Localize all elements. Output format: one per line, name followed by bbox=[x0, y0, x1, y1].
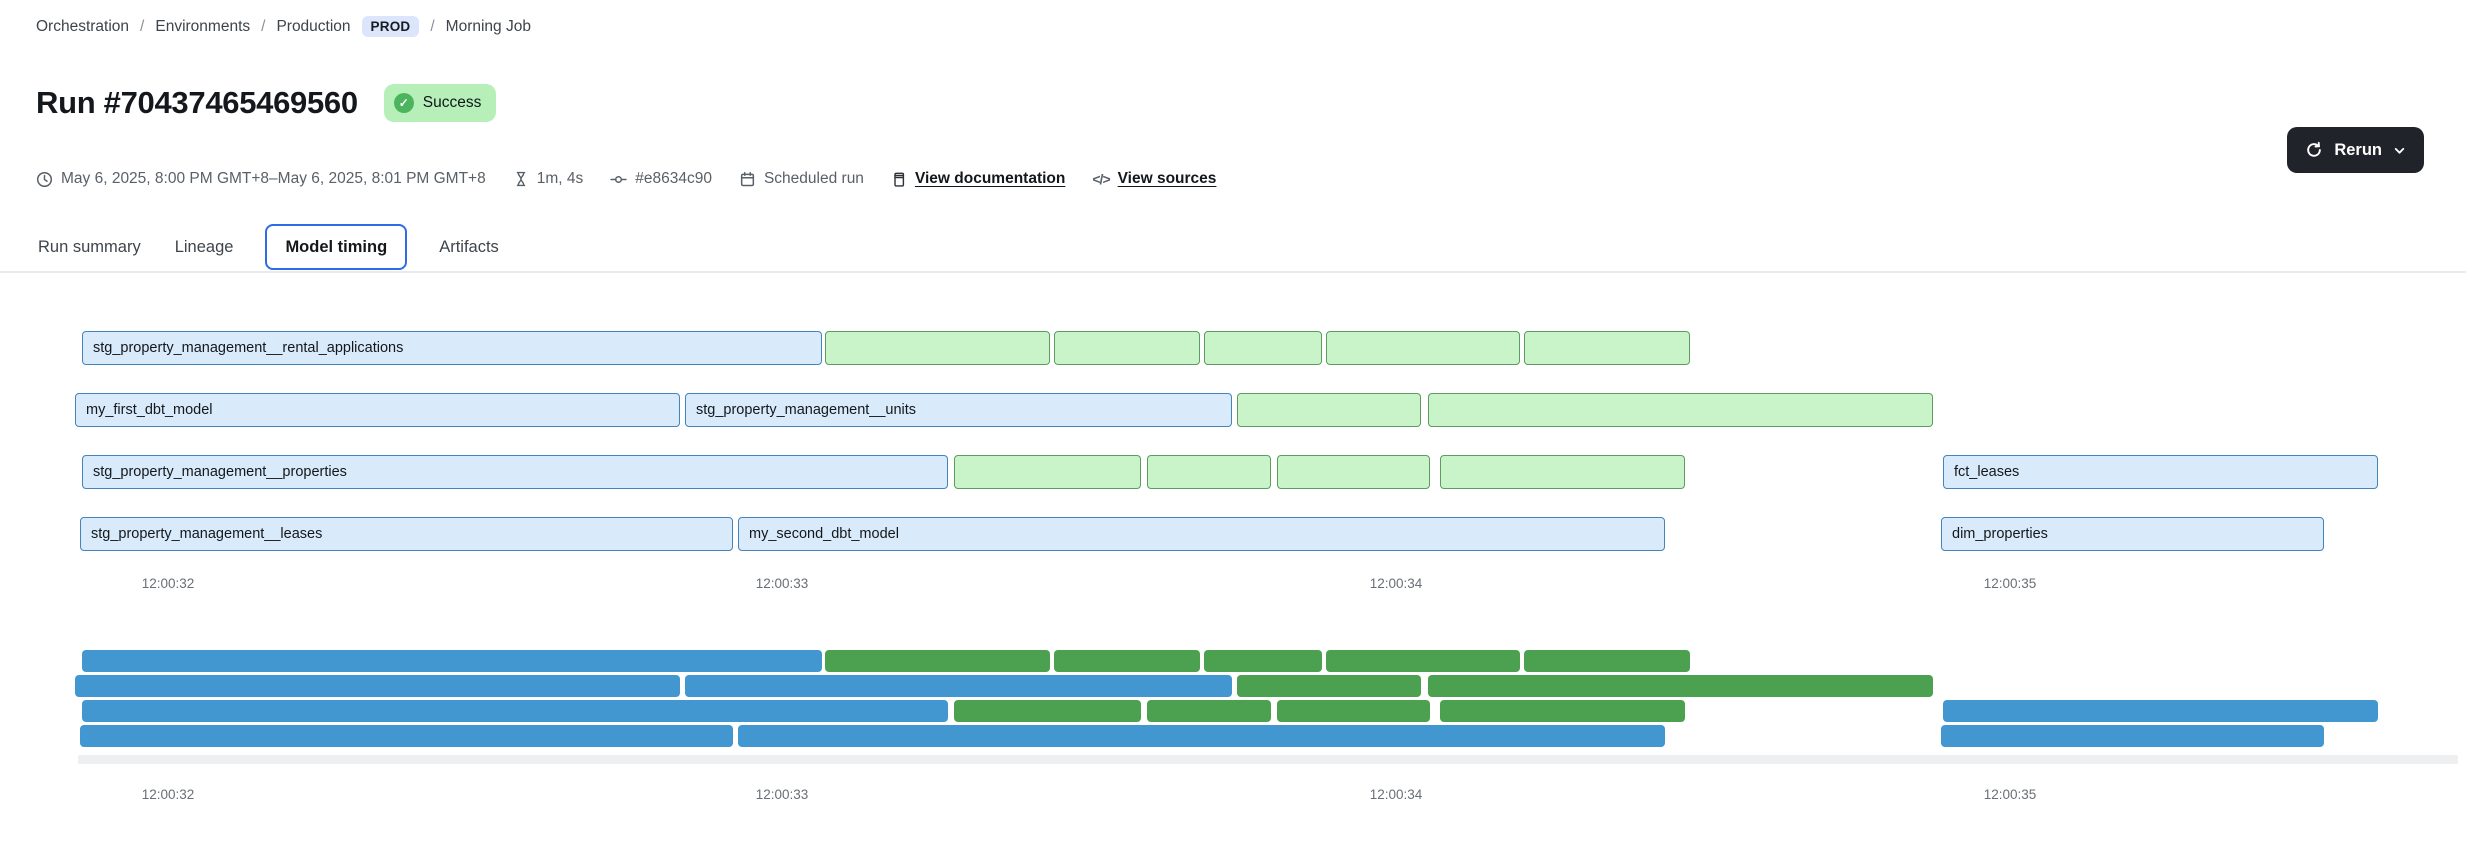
hourglass-icon bbox=[513, 171, 529, 187]
minimap-bar bbox=[1524, 650, 1690, 672]
run-meta-row: May 6, 2025, 8:00 PM GMT+8–May 6, 2025, … bbox=[36, 170, 1216, 188]
minimap-bar bbox=[738, 725, 1665, 747]
rerun-button[interactable]: Rerun bbox=[2287, 127, 2424, 173]
breadcrumb-morning-job[interactable]: Morning Job bbox=[446, 18, 531, 36]
gantt-test-bar[interactable] bbox=[825, 331, 1050, 365]
time-axis-tick-label: 12:00:34 bbox=[1370, 787, 1423, 802]
gantt-test-bar[interactable] bbox=[1237, 393, 1421, 427]
gantt-test-bar[interactable] bbox=[954, 455, 1141, 489]
gantt-test-bar[interactable] bbox=[1147, 455, 1271, 489]
commit-icon bbox=[610, 171, 627, 188]
gantt-bar-stg_property_management__rental_applications[interactable]: stg_property_management__rental_applicat… bbox=[82, 331, 822, 365]
gantt-bar-label: my_second_dbt_model bbox=[739, 526, 899, 542]
run-tabs: Run summary Lineage Model timing Artifac… bbox=[36, 224, 501, 270]
gantt-test-bar[interactable] bbox=[1428, 393, 1933, 427]
chevron-down-icon bbox=[2393, 144, 2406, 157]
refresh-icon bbox=[2305, 141, 2323, 159]
document-icon bbox=[891, 171, 907, 188]
breadcrumb-separator: / bbox=[140, 18, 144, 36]
gantt-test-bar[interactable] bbox=[1277, 455, 1430, 489]
gantt-bar-stg_property_management__properties[interactable]: stg_property_management__properties bbox=[82, 455, 948, 489]
gantt-bar-label: stg_property_management__leases bbox=[81, 526, 322, 542]
run-detail-page: Orchestration / Environments / Productio… bbox=[0, 0, 2466, 842]
minimap-bar bbox=[1326, 650, 1520, 672]
gantt-bar-fct_leases[interactable]: fct_leases bbox=[1943, 455, 2378, 489]
time-axis-tick-label: 12:00:35 bbox=[1984, 787, 2037, 802]
minimap-bar bbox=[1204, 650, 1322, 672]
prod-env-badge: PROD bbox=[362, 16, 420, 37]
minimap-bar bbox=[954, 700, 1141, 722]
time-axis-tick-label: 12:00:35 bbox=[1984, 576, 2037, 591]
minimap-bar bbox=[1277, 700, 1430, 722]
tabs-divider bbox=[0, 271, 2466, 273]
gantt-test-bar[interactable] bbox=[1524, 331, 1690, 365]
minimap-bar bbox=[1428, 675, 1933, 697]
minimap-bar bbox=[1440, 700, 1685, 722]
tab-model-timing[interactable]: Model timing bbox=[265, 224, 407, 270]
minimap-scroll-track[interactable] bbox=[78, 755, 2458, 764]
status-badge: ✓ Success bbox=[384, 84, 497, 122]
calendar-icon bbox=[739, 171, 756, 188]
gantt-bar-label: stg_property_management__rental_applicat… bbox=[83, 340, 403, 356]
code-icon: </> bbox=[1092, 171, 1109, 187]
tab-run-summary[interactable]: Run summary bbox=[36, 238, 143, 257]
gantt-bar-dim_properties[interactable]: dim_properties bbox=[1941, 517, 2324, 551]
breadcrumb-environments[interactable]: Environments bbox=[155, 18, 250, 36]
tab-lineage[interactable]: Lineage bbox=[173, 238, 236, 257]
minimap-bar bbox=[80, 725, 733, 747]
gantt-bar-stg_property_management__units[interactable]: stg_property_management__units bbox=[685, 393, 1232, 427]
gantt-test-bar[interactable] bbox=[1440, 455, 1685, 489]
breadcrumb-separator: / bbox=[430, 18, 434, 36]
view-documentation-link[interactable]: View documentation bbox=[891, 170, 1065, 188]
time-axis-tick-label: 12:00:33 bbox=[756, 576, 809, 591]
minimap-bar bbox=[825, 650, 1050, 672]
time-axis-tick-label: 12:00:33 bbox=[756, 787, 809, 802]
gantt-bar-label: my_first_dbt_model bbox=[76, 402, 213, 418]
commit-hash: #e8634c90 bbox=[610, 170, 712, 188]
gantt-bar-stg_property_management__leases[interactable]: stg_property_management__leases bbox=[80, 517, 733, 551]
tab-artifacts[interactable]: Artifacts bbox=[437, 238, 501, 257]
run-duration: 1m, 4s bbox=[513, 170, 584, 188]
success-check-icon: ✓ bbox=[394, 93, 414, 113]
run-time-range: May 6, 2025, 8:00 PM GMT+8–May 6, 2025, … bbox=[36, 170, 486, 188]
trigger-type: Scheduled run bbox=[739, 170, 864, 188]
rerun-button-label: Rerun bbox=[2334, 141, 2382, 160]
gantt-test-bar[interactable] bbox=[1204, 331, 1322, 365]
clock-icon bbox=[36, 171, 53, 188]
minimap-bar bbox=[82, 650, 822, 672]
minimap-bar bbox=[1054, 650, 1200, 672]
view-sources-link[interactable]: </> View sources bbox=[1092, 170, 1216, 188]
minimap-bar bbox=[1147, 700, 1271, 722]
minimap-bar bbox=[685, 675, 1232, 697]
title-row: Run #70437465469560 ✓ Success bbox=[36, 84, 496, 122]
status-badge-label: Success bbox=[423, 94, 482, 112]
time-axis-tick-label: 12:00:34 bbox=[1370, 576, 1423, 591]
gantt-bar-label: fct_leases bbox=[1944, 464, 2019, 480]
minimap-bar bbox=[75, 675, 680, 697]
gantt-bar-my_second_dbt_model[interactable]: my_second_dbt_model bbox=[738, 517, 1665, 551]
minimap-bar bbox=[1943, 700, 2378, 722]
breadcrumb-orchestration[interactable]: Orchestration bbox=[36, 18, 129, 36]
gantt-bar-label: dim_properties bbox=[1942, 526, 2048, 542]
breadcrumb-separator: / bbox=[261, 18, 265, 36]
page-title: Run #70437465469560 bbox=[36, 85, 358, 121]
gantt-bar-my_first_dbt_model[interactable]: my_first_dbt_model bbox=[75, 393, 680, 427]
minimap-bar bbox=[1237, 675, 1421, 697]
minimap-bar bbox=[82, 700, 948, 722]
breadcrumb-production[interactable]: Production bbox=[276, 18, 350, 36]
minimap-bar bbox=[1941, 725, 2324, 747]
gantt-test-bar[interactable] bbox=[1326, 331, 1520, 365]
gantt-test-bar[interactable] bbox=[1054, 331, 1200, 365]
breadcrumb: Orchestration / Environments / Productio… bbox=[36, 16, 531, 37]
time-axis-tick-label: 12:00:32 bbox=[142, 787, 195, 802]
gantt-bar-label: stg_property_management__properties bbox=[83, 464, 347, 480]
time-axis-tick-label: 12:00:32 bbox=[142, 576, 195, 591]
gantt-bar-label: stg_property_management__units bbox=[686, 402, 916, 418]
